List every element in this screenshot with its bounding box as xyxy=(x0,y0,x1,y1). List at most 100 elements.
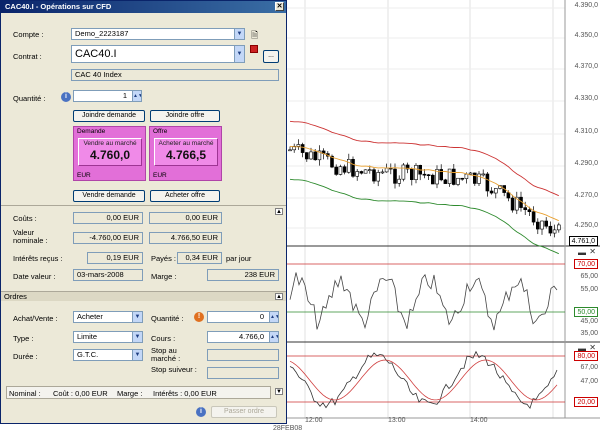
candle-body xyxy=(506,192,511,199)
candle-body xyxy=(489,190,494,194)
buy-at-market-button[interactable]: Acheter au marché 4.766,5 xyxy=(154,138,218,166)
buy-offer-button[interactable]: Acheter offre xyxy=(150,190,220,202)
candle-body xyxy=(464,173,469,179)
contract-value: CAC40.I xyxy=(75,48,117,60)
candle-body xyxy=(552,229,557,234)
close-icon[interactable]: ✕ xyxy=(275,2,284,11)
candle-body xyxy=(304,152,309,160)
buy-sell-value: Acheter xyxy=(77,312,103,321)
candle-body xyxy=(422,173,427,176)
duration-value: G.T.C. xyxy=(77,350,99,359)
candle-body xyxy=(372,169,376,182)
margin-value: 238 EUR xyxy=(207,269,279,281)
order-quantity-stepper[interactable]: 0 ▲▼ xyxy=(207,311,279,323)
sell-at-market-label: Vendre au marché xyxy=(83,140,137,147)
trailing-stop-field[interactable] xyxy=(207,367,279,379)
stochastic-axis-label: 47,00 xyxy=(580,378,598,385)
spin-arrows-icon[interactable]: ▲▼ xyxy=(269,312,278,322)
collapse-icon[interactable]: ▲ xyxy=(275,293,283,300)
costs-label: Coûts : xyxy=(13,214,37,223)
interest-received-label: Intérêts reçus : xyxy=(13,254,63,263)
price-axis-label: 4.330,0 xyxy=(574,95,598,102)
price-axis-label: 4.290,0 xyxy=(574,160,598,167)
time-axis-label: 12:00 xyxy=(305,417,323,424)
panel-close-icon[interactable]: ✕ xyxy=(589,247,596,256)
stop-market-field[interactable] xyxy=(207,349,279,361)
candle-body xyxy=(342,166,347,173)
buy-sell-select[interactable]: Acheter ▼ xyxy=(73,311,143,323)
offer-currency: EUR xyxy=(153,172,167,179)
collapse-icon[interactable]: ▲ xyxy=(275,208,283,215)
candle-body xyxy=(363,169,368,174)
contract-select[interactable]: CAC40.I ▼ xyxy=(71,45,245,63)
price-axis-label: 4.390,0 xyxy=(574,2,598,9)
candle-body xyxy=(523,207,528,210)
candle-body xyxy=(477,173,481,184)
info-icon[interactable]: i xyxy=(61,92,71,102)
margin-label: Marge : xyxy=(151,272,177,281)
quantity-label: Quantité : xyxy=(13,94,46,103)
bid-currency: EUR xyxy=(77,172,91,179)
chevron-down-icon[interactable]: ▼ xyxy=(234,46,244,62)
remove-contract-icon[interactable] xyxy=(250,45,258,53)
order-price-stepper[interactable]: 4.766,0 ▲▼ xyxy=(207,331,279,343)
candle-body xyxy=(426,174,431,177)
orders-section-header[interactable]: Ordres ▲ xyxy=(1,291,286,301)
nominal-value-bid: -4.760,00 EUR xyxy=(73,232,143,244)
candle-body xyxy=(309,151,313,160)
account-details-icon[interactable]: 🗎 xyxy=(251,28,258,44)
order-summary-bar: Nominal : Coût : 0,00 EUR Marge : Intérê… xyxy=(6,386,271,399)
warning-icon[interactable]: ! xyxy=(194,312,204,322)
spin-arrows-icon[interactable]: ▲▼ xyxy=(269,332,278,342)
order-price-label: Cours : xyxy=(151,334,176,343)
place-order-button[interactable]: Passer ordre xyxy=(211,406,277,418)
candle-body xyxy=(351,159,355,177)
dialog-titlebar[interactable]: CAC40.I - Opérations sur CFD ✕ xyxy=(1,1,286,13)
join-bid-button[interactable]: Joindre demande xyxy=(73,110,145,122)
quantity-stepper[interactable]: 1 ▲▼ xyxy=(73,90,142,102)
candle-body xyxy=(384,167,389,173)
value-date-value: 03-mars-2008 xyxy=(73,269,143,281)
account-label: Compte : xyxy=(13,30,44,39)
sell-bid-button[interactable]: Vendre demande xyxy=(73,190,145,202)
chevron-down-icon[interactable]: ▼ xyxy=(132,312,142,322)
interest-received-value: 0,19 EUR xyxy=(87,252,143,264)
bid-price: 4.760,0 xyxy=(89,148,131,162)
candle-body xyxy=(544,220,549,227)
stochastic-d-line xyxy=(289,359,558,401)
chevron-down-icon[interactable]: ▼ xyxy=(132,332,142,342)
price-axis-label: 4.370,0 xyxy=(574,63,598,70)
candle-body xyxy=(485,173,490,192)
last-price-tag: 4.761,0 xyxy=(568,236,598,246)
oscillator-upper-level: 70,00 xyxy=(574,259,598,269)
candle-body xyxy=(548,225,553,234)
costs-offer-value: 0,00 EUR xyxy=(149,212,222,224)
spin-arrows-icon[interactable]: ▲▼ xyxy=(132,91,141,101)
contract-browse-button[interactable]: ... xyxy=(263,50,279,63)
candle-body xyxy=(430,174,435,185)
duration-select[interactable]: G.T.C. ▼ xyxy=(73,349,143,361)
oscillator-axis-label: 35,00 xyxy=(580,330,598,337)
price-axis-label: 4.250,0 xyxy=(574,222,598,229)
info-icon[interactable]: i xyxy=(196,407,206,417)
date-axis-label: 28FEB08 xyxy=(273,425,303,432)
collapse-icon[interactable]: ▼ xyxy=(275,388,283,395)
candle-body xyxy=(338,166,343,175)
offer-quote-box[interactable]: Offre Acheter au marché 4.766,5 EUR xyxy=(149,126,222,181)
nominal-summary-label: Nominal : xyxy=(9,389,41,398)
panel-minimize-icon[interactable]: ▬ xyxy=(578,248,586,257)
candle-body xyxy=(397,178,402,184)
nominal-value-label: Valeur nominale : xyxy=(13,228,48,245)
oscillator-line xyxy=(289,272,558,331)
candle-body xyxy=(493,188,498,194)
sell-at-market-button[interactable]: Vendre au marché 4.760,0 xyxy=(78,138,142,166)
chevron-down-icon[interactable]: ▼ xyxy=(234,29,244,39)
bollinger-lower-line xyxy=(289,178,559,255)
chevron-down-icon[interactable]: ▼ xyxy=(132,350,142,360)
bid-quote-box[interactable]: Demande Vendre au marché 4.760,0 EUR xyxy=(73,126,146,181)
join-offer-button[interactable]: Joindre offre xyxy=(150,110,220,122)
account-select[interactable]: Demo_2223187 ▼ xyxy=(71,28,245,40)
order-type-select[interactable]: Limite ▼ xyxy=(73,331,143,343)
candle-body xyxy=(355,171,360,177)
candle-body xyxy=(409,168,414,180)
